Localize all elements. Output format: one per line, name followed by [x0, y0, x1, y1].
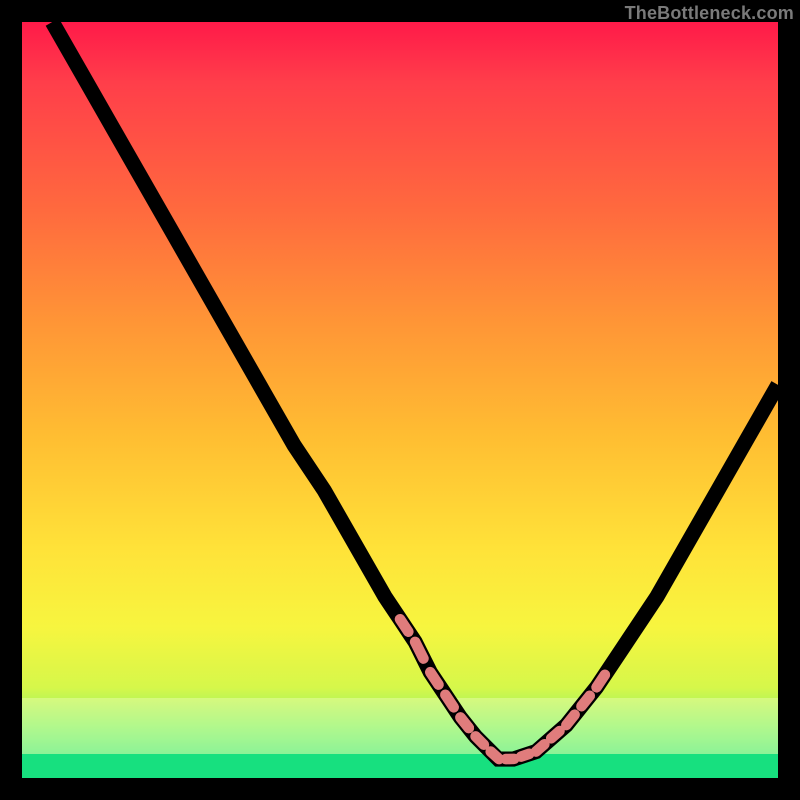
threshold-dashes-floor	[460, 718, 529, 760]
threshold-dashes-right	[536, 675, 605, 752]
curve-layer	[22, 22, 778, 778]
plot-area	[22, 22, 778, 778]
watermark-text: TheBottleneck.com	[625, 3, 794, 24]
chart-frame: TheBottleneck.com	[0, 0, 800, 800]
